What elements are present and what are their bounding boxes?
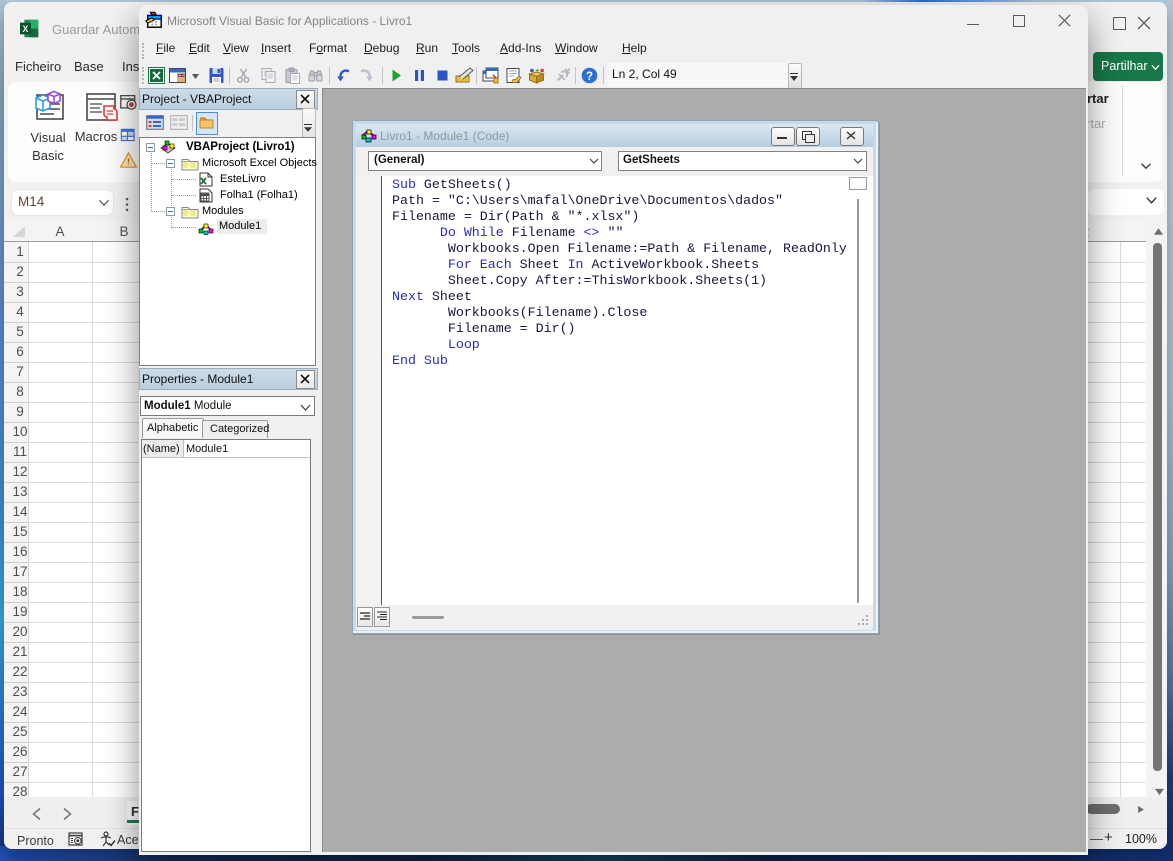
svg-text:!: ! (127, 157, 130, 167)
svg-text:?: ? (586, 71, 593, 83)
svg-text:X: X (23, 24, 29, 34)
